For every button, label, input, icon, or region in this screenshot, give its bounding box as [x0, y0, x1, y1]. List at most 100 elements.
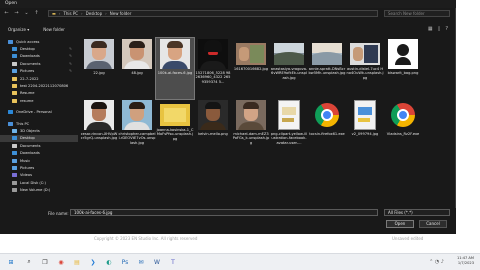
nav-item[interactable]: Pictures ✎ [0, 68, 78, 75]
file-item[interactable]: png-clipart-yellow-illustration-facebook… [270, 99, 308, 160]
nav-item[interactable]: Downloads ✎ [0, 53, 78, 60]
breadcrumb-new-folder[interactable]: New folder [110, 11, 132, 16]
cloud-icon [8, 110, 13, 115]
open-button[interactable]: Open [386, 220, 414, 228]
pin-icon: ✎ [69, 54, 72, 59]
file-item[interactable]: 161670016682.jpg [232, 38, 270, 99]
search-icon[interactable]: ⌕ [24, 257, 34, 267]
nav-item[interactable]: Local Disk (C:) [0, 179, 78, 186]
videos-folder-icon [12, 173, 17, 178]
nav-item[interactable]: Music [0, 157, 78, 164]
nav-item[interactable]: This PC [0, 120, 78, 127]
file-name: v2_099794.jpg [351, 132, 379, 136]
nav-item[interactable]: Desktop ✎ [0, 45, 78, 52]
nav-item[interactable]: resume [0, 97, 78, 104]
file-item[interactable]: christopher-campbell-rDEOVtE7vOs-unsplas… [118, 99, 156, 160]
edge-icon[interactable]: ◐ [104, 257, 114, 267]
file-item[interactable]: 22.jpg [80, 38, 118, 99]
command-bar: Organize ▾ New folder ▦ ▯ ? [0, 24, 456, 34]
new-folder-button[interactable]: New folder [43, 27, 65, 32]
file-item[interactable]: biswarit_bag.png [384, 38, 422, 99]
file-thumbnail [236, 100, 266, 130]
file-type-select[interactable]: All Files (*.*) [384, 209, 450, 216]
file-item[interactable]: austin-distel-7uc4 Hno4OuWk-unsplash.jpg [346, 38, 384, 99]
vscode-icon[interactable]: ❯ [88, 257, 98, 267]
file-item[interactable]: annie-spratt-DNsBcrbw5Mh-unsplash.jpg [308, 38, 346, 99]
file-name: tocsin-firefox61.exe [309, 132, 345, 136]
cancel-button[interactable]: Cancel [419, 220, 447, 228]
star-icon [8, 39, 13, 44]
nav-item[interactable]: Resume [0, 90, 78, 97]
nav-item-label: test 2204-2022112070806 [20, 84, 69, 89]
window-title: Open [5, 1, 18, 6]
file-thumbnail [160, 39, 190, 69]
file-thumbnail [122, 39, 152, 69]
nav-item[interactable]: Videos [0, 172, 78, 179]
view-options-icon[interactable]: ▦ [428, 26, 433, 32]
recent-dropdown-icon[interactable]: ⌄ [23, 10, 30, 17]
windows-start-icon[interactable]: ⊞ [6, 257, 16, 267]
file-thumbnail [388, 39, 418, 69]
dialog-footer: File name: 100k-ai-faces-6.jpg All Files… [0, 208, 456, 234]
file-item[interactable]: anastasiya-vragova-6vWRE9ofkEk-unsplash.… [270, 38, 308, 99]
nav-item[interactable]: Documents ✎ [0, 60, 78, 67]
nav-item-label: This PC [16, 121, 30, 126]
address-bar[interactable]: ▬ › This PC › Desktop › New folder [48, 10, 378, 17]
nav-item[interactable]: 3D Objects [0, 127, 78, 134]
nav-item-label: Quick access [16, 39, 40, 44]
file-explorer-icon[interactable]: ▤ [72, 257, 82, 267]
nav-item[interactable]: test 2204-2022112070806 [0, 82, 78, 89]
teams-icon[interactable]: T [168, 257, 178, 267]
desktop-folder-icon [12, 136, 17, 141]
file-item[interactable]: michael-dam-mEZ3PoFGs_k-unsplash.jpg [232, 99, 270, 160]
back-arrow-icon[interactable]: ← [3, 10, 10, 17]
nav-item[interactable]: New Volume (D:) [0, 186, 78, 193]
file-item[interactable]: v2_099794.jpg [346, 99, 384, 160]
task-view-icon[interactable]: ❐ [40, 257, 50, 267]
file-item[interactable]: tocsin-firefox61.exe [308, 99, 346, 160]
help-icon[interactable]: ? [445, 26, 448, 32]
nav-item[interactable]: Desktop [0, 134, 78, 143]
nav-item[interactable]: Pictures [0, 164, 78, 171]
breadcrumb-desktop[interactable]: Desktop [86, 11, 103, 16]
mail-icon[interactable]: ✉ [136, 257, 146, 267]
forward-arrow-icon[interactable]: → [13, 10, 20, 17]
file-thumbnail [84, 39, 114, 69]
chrome-icon[interactable]: ◉ [56, 257, 66, 267]
preview-pane-icon[interactable]: ▯ [438, 26, 441, 32]
file-thumbnail [84, 100, 114, 130]
organize-menu-button[interactable]: Organize ▾ [8, 27, 29, 32]
nav-item[interactable]: Downloads [0, 149, 78, 156]
file-name: biswarit_bag.png [387, 71, 419, 75]
drive-icon [12, 180, 17, 185]
file-item[interactable]: Vladsins_Rz2F.exe [384, 99, 422, 160]
nav-item-label: Music [20, 158, 31, 163]
up-arrow-icon[interactable]: ↑ [33, 10, 40, 17]
file-item[interactable]: joanna-kosinska-1_CMoFsPfso-unsplash.jpg [156, 99, 194, 160]
file-item[interactable]: 15271806_5228 982636960_4322 2659359374 … [194, 38, 232, 99]
file-item[interactable]: kelvin-mello.png [194, 99, 232, 160]
taskbar: ⊞ ⌕ ❐ ◉ ▤ ❯ ◐ Ps ✉ W T ⌃ ◔ ♪ 11:47 AM 1/7/2023 [0, 253, 480, 270]
file-item[interactable]: cesar-rincon-XHVpWcr5grQ-unsplash.jpg [80, 99, 118, 160]
system-tray-icons[interactable]: ⌃ ◔ ♪ [429, 259, 444, 265]
nav-item[interactable]: Documents [0, 142, 78, 149]
file-name-input[interactable]: 100k-ai-faces-6.jpg [70, 209, 378, 216]
file-name: cesar-rincon-XHVpWcr5grQ-unsplash.jpg [80, 132, 118, 141]
nav-item[interactable]: 22-7-2022 [0, 75, 78, 82]
nav-item-label: 22-7-2022 [20, 76, 39, 81]
clock[interactable]: 11:47 AM 1/7/2023 [457, 256, 474, 266]
file-name: kelvin-mello.png [198, 132, 228, 136]
file-name: png-clipart-yellow-illustration-facebook… [270, 132, 308, 145]
chrome-icon [312, 100, 342, 130]
nav-item[interactable]: Quick access [0, 38, 78, 45]
nav-item[interactable]: OneDrive - Personal [0, 109, 78, 116]
music-folder-icon [12, 158, 17, 163]
file-item[interactable]: 48.jpg [118, 38, 156, 99]
search-input[interactable]: Search New folder [384, 10, 450, 17]
file-name: 15271806_5228 982636960_4322 2659359374 … [195, 71, 231, 84]
word-icon[interactable]: W [152, 257, 162, 267]
photoshop-icon[interactable]: Ps [120, 257, 130, 267]
file-item[interactable]: 100k-ai-faces-6.jpg [155, 37, 195, 100]
pin-icon: ✎ [69, 47, 72, 52]
breadcrumb-this-pc[interactable]: This PC [63, 11, 78, 16]
